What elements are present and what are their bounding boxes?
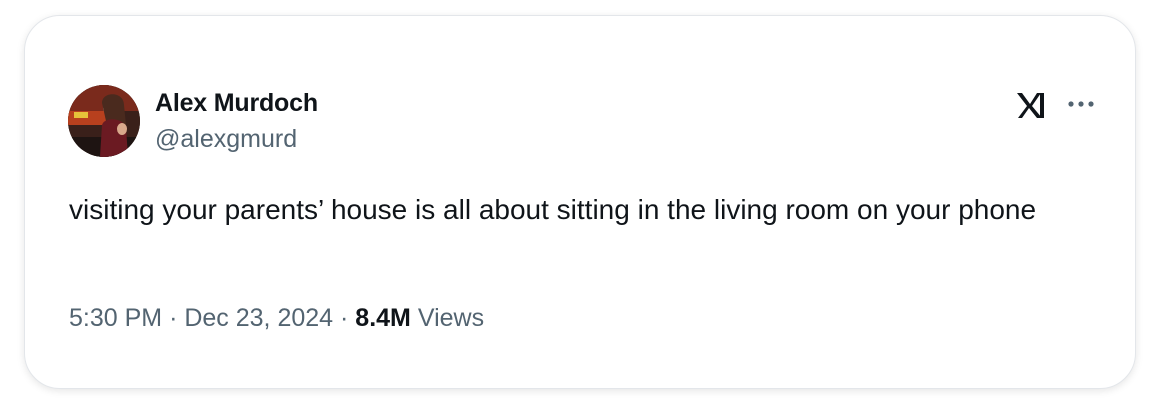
- author-display-name[interactable]: Alex Murdoch: [155, 89, 318, 118]
- more-options-icon[interactable]: [1065, 92, 1097, 116]
- tweet-date[interactable]: Dec 23, 2024: [184, 304, 333, 332]
- meta-separator: ·: [169, 304, 178, 332]
- tweet-metadata: 5:30 PM · Dec 23, 2024 · 8.4M Views: [69, 304, 484, 333]
- meta-separator: ·: [340, 304, 349, 332]
- x-logo-icon[interactable]: [1015, 90, 1047, 120]
- tweet-text: visiting your parents’ house is all abou…: [69, 194, 1037, 225]
- tweet-time[interactable]: 5:30 PM: [69, 304, 162, 332]
- author-handle[interactable]: @alexgmurd: [155, 125, 297, 154]
- views-label: Views: [417, 304, 485, 332]
- views-count[interactable]: 8.4M: [355, 304, 411, 332]
- avatar[interactable]: [68, 85, 140, 157]
- page-canvas: Alex Murdoch @alexgmurd visiting your pa…: [0, 0, 1159, 420]
- avatar-image: [68, 85, 140, 157]
- tweet-card[interactable]: Alex Murdoch @alexgmurd visiting your pa…: [24, 15, 1136, 389]
